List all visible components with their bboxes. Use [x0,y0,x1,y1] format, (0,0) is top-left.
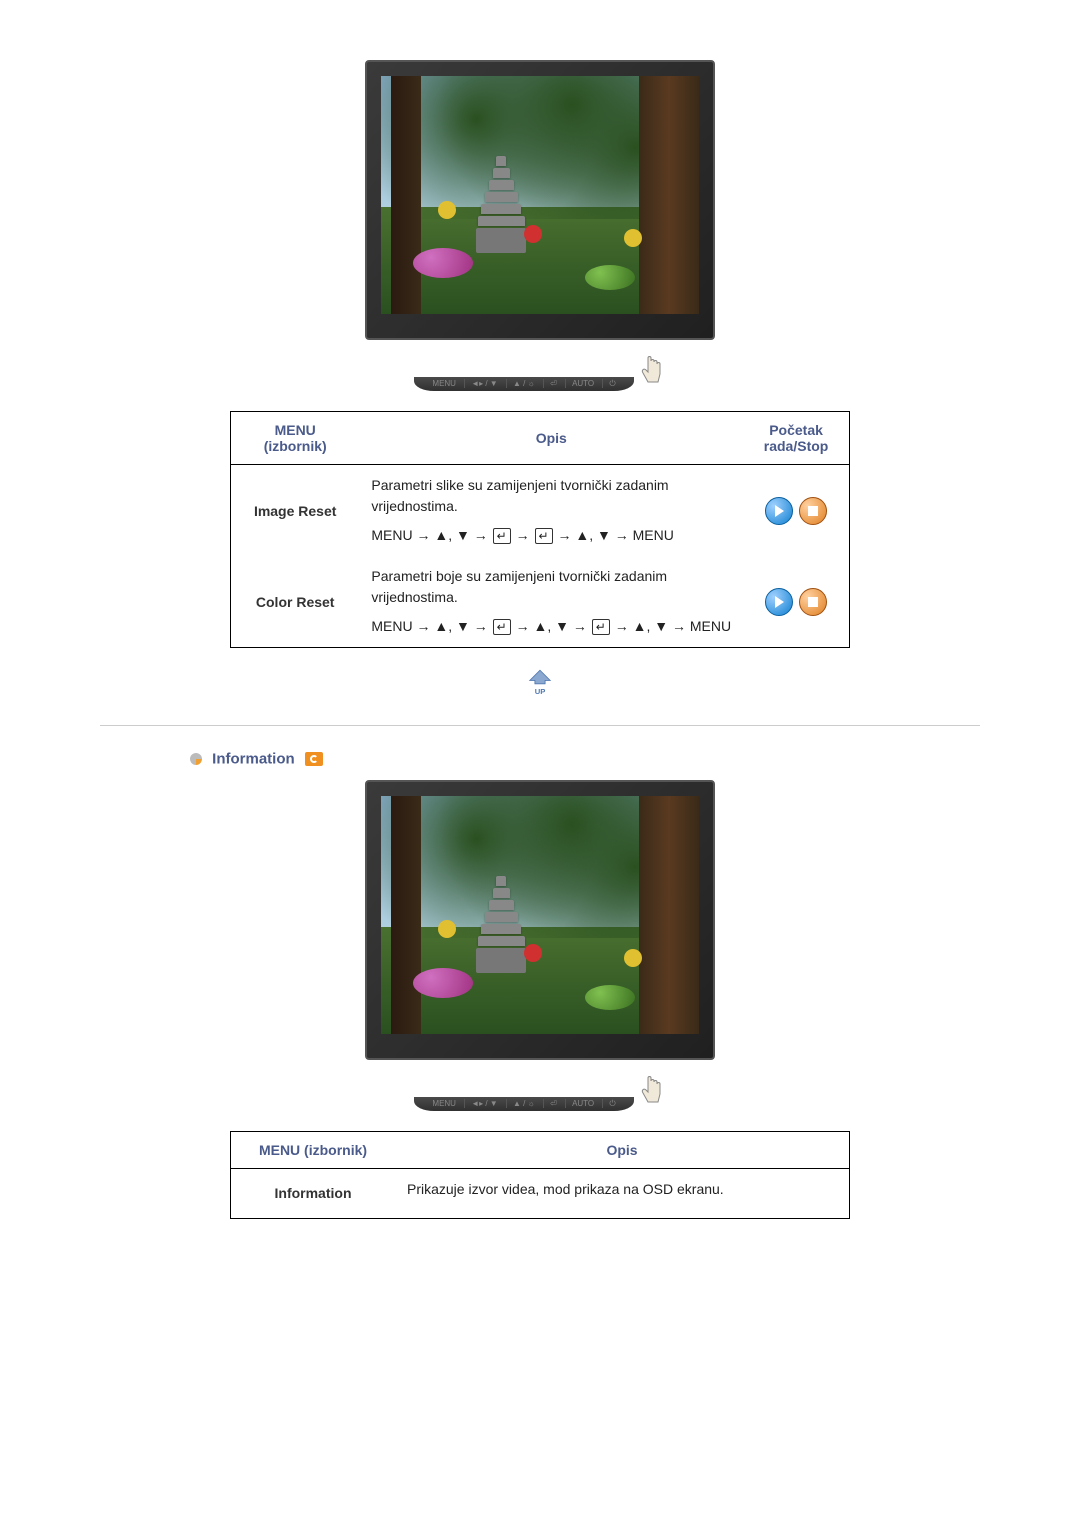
section-heading-information: Information [190,750,980,768]
bullet-icon [190,753,202,765]
pointing-hand-icon [638,1074,666,1109]
monitor-control-bar: MENU ◄▸ / ▼ ▲ / ☼ ⏎ AUTO ⏻ [365,1064,715,1111]
monitor-bezel [365,60,715,340]
information-table: MENU (izbornik) Opis Information Prikazu… [230,1131,850,1219]
column-header-menu: MENU (izbornik) [231,412,360,465]
column-header-action: Početak rada/Stop [743,412,849,465]
monitor-illustration-1: MENU ◄▸ / ▼ ▲ / ☼ ⏎ AUTO ⏻ [100,60,980,391]
stop-icon[interactable] [799,588,827,616]
monitor-bezel [365,780,715,1060]
row-description: Prikazuje izvor videa, mod prikaza na OS… [395,1168,850,1218]
row-actions [743,465,849,557]
stop-icon[interactable] [799,497,827,525]
column-header-desc: Opis [359,412,743,465]
column-header-menu: MENU (izbornik) [231,1131,396,1168]
row-label: Information [231,1168,396,1218]
pointing-hand-icon [638,354,666,389]
row-label: Image Reset [231,465,360,557]
nav-sequence: MENU → ▲, ▼ → ↵ → ▲, ▼ → ↵ → ▲, ▼ → MENU [371,616,731,637]
up-link[interactable]: UP [100,668,980,701]
monitor-control-bar: MENU ◄▸ / ▼ ▲ / ☼ ⏎ AUTO ⏻ [365,344,715,391]
monitor-screen [381,76,699,314]
row-description: Parametri slike su zamijenjeni tvornički… [359,465,743,557]
info-badge-icon [305,752,323,766]
table-row: Image Reset Parametri slike su zamijenje… [231,465,850,557]
svg-text:UP: UP [535,687,546,696]
table-row: Color Reset Parametri boje su zamijenjen… [231,556,850,648]
table-row: Information Prikazuje izvor videa, mod p… [231,1168,850,1218]
monitor-illustration-2: MENU ◄▸ / ▼ ▲ / ☼ ⏎ AUTO ⏻ [100,780,980,1111]
play-icon[interactable] [765,497,793,525]
nav-sequence: MENU → ▲, ▼ → ↵ → ↵ → ▲, ▼ → MENU [371,525,731,546]
column-header-desc: Opis [395,1131,850,1168]
row-label: Color Reset [231,556,360,648]
row-description: Parametri boje su zamijenjeni tvornički … [359,556,743,648]
row-actions [743,556,849,648]
play-icon[interactable] [765,588,793,616]
reset-options-table: MENU (izbornik) Opis Početak rada/Stop I… [230,411,850,648]
section-divider [100,725,980,726]
monitor-screen [381,796,699,1034]
